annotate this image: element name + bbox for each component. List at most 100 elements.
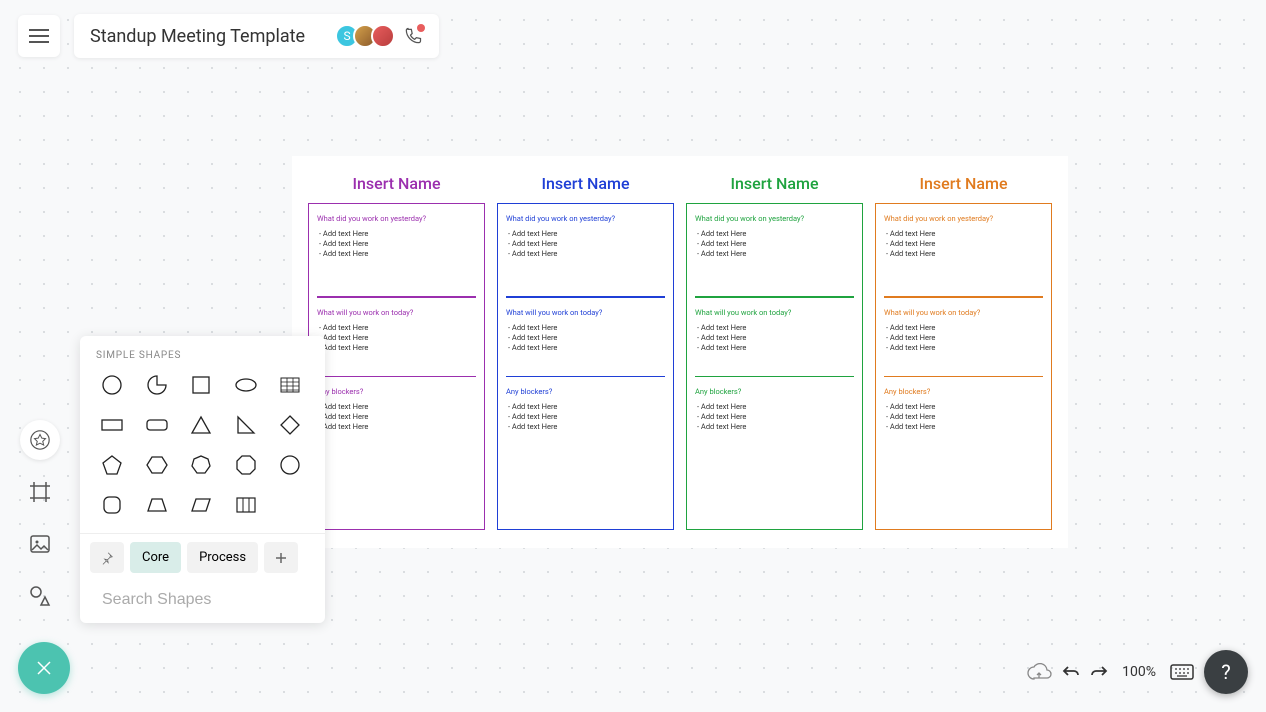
section-items[interactable]: - Add text Here- Add text Here- Add text… [695,323,854,352]
shape-table[interactable] [274,371,306,399]
list-item[interactable]: - Add text Here [317,323,476,332]
shape-triangle[interactable] [185,411,217,439]
section-question[interactable]: What will you work on today? [317,308,476,317]
section-question[interactable]: What will you work on today? [506,308,665,317]
column-title[interactable]: Insert Name [875,174,1052,193]
section-items[interactable]: - Add text Here- Add text Here- Add text… [506,323,665,352]
list-item[interactable]: - Add text Here [317,249,476,258]
list-item[interactable]: - Add text Here [506,422,665,431]
shape-octagon[interactable] [230,451,262,479]
list-item[interactable]: - Add text Here [884,229,1043,238]
shape-grid[interactable] [230,491,262,519]
standup-column-1[interactable]: Insert Name What did you work on yesterda… [497,174,674,530]
standup-column-0[interactable]: Insert Name What did you work on yesterda… [308,174,485,530]
frame-tool[interactable] [20,472,60,512]
section-items[interactable]: - Add text Here- Add text Here- Add text… [317,229,476,258]
menu-button[interactable] [18,15,60,57]
document-title[interactable]: Standup Meeting Template [90,26,305,47]
shape-rounded-square[interactable] [96,491,128,519]
column-title[interactable]: Insert Name [308,174,485,193]
list-item[interactable]: - Add text Here [695,412,854,421]
cloud-sync-button[interactable] [1026,663,1052,681]
shape-square[interactable] [185,371,217,399]
list-item[interactable]: - Add text Here [506,412,665,421]
list-item[interactable]: - Add text Here [695,402,854,411]
section-items[interactable]: - Add text Here- Add text Here- Add text… [884,323,1043,352]
tab-process[interactable]: Process [187,542,258,573]
list-item[interactable]: - Add text Here [695,333,854,342]
section-items[interactable]: - Add text Here- Add text Here- Add text… [317,323,476,352]
section-items[interactable]: - Add text Here- Add text Here- Add text… [695,402,854,431]
avatar-3[interactable] [371,24,395,48]
add-tab[interactable] [264,542,298,573]
list-item[interactable]: - Add text Here [506,402,665,411]
shape-rounded-rectangle[interactable] [141,411,173,439]
list-item[interactable]: - Add text Here [695,343,854,352]
column-box[interactable]: What did you work on yesterday? - Add tex… [497,203,674,530]
section-items[interactable]: - Add text Here- Add text Here- Add text… [884,402,1043,431]
list-item[interactable]: - Add text Here [506,343,665,352]
shape-diamond[interactable] [274,411,306,439]
section-question[interactable]: Any blockers? [884,387,1043,396]
list-item[interactable]: - Add text Here [695,239,854,248]
shape-arc[interactable] [141,371,173,399]
list-item[interactable]: - Add text Here [506,249,665,258]
zoom-level[interactable]: 100% [1118,664,1160,680]
list-item[interactable]: - Add text Here [695,229,854,238]
column-box[interactable]: What did you work on yesterday? - Add tex… [875,203,1052,530]
section-items[interactable]: - Add text Here- Add text Here- Add text… [317,402,476,431]
standup-column-3[interactable]: Insert Name What did you work on yesterda… [875,174,1052,530]
list-item[interactable]: - Add text Here [506,239,665,248]
section-items[interactable]: - Add text Here- Add text Here- Add text… [884,229,1043,258]
list-item[interactable]: - Add text Here [506,323,665,332]
section-question[interactable]: What did you work on yesterday? [884,214,1043,223]
section-question[interactable]: Any blockers? [317,387,476,396]
close-panel-button[interactable] [18,642,70,694]
list-item[interactable]: - Add text Here [317,412,476,421]
redo-button[interactable] [1090,664,1108,680]
list-item[interactable]: - Add text Here [317,239,476,248]
column-box[interactable]: What did you work on yesterday? - Add tex… [686,203,863,530]
undo-button[interactable] [1062,664,1080,680]
search-shapes-input[interactable] [102,591,309,609]
tab-core[interactable]: Core [130,542,181,573]
section-question[interactable]: What will you work on today? [884,308,1043,317]
column-title[interactable]: Insert Name [497,174,674,193]
section-question[interactable]: Any blockers? [506,387,665,396]
shape-pentagon[interactable] [96,451,128,479]
shape-rectangle[interactable] [96,411,128,439]
shape-parallelogram[interactable] [185,491,217,519]
standup-column-2[interactable]: Insert Name What did you work on yesterda… [686,174,863,530]
column-title[interactable]: Insert Name [686,174,863,193]
shape-circle-2[interactable] [274,451,306,479]
list-item[interactable]: - Add text Here [695,323,854,332]
list-item[interactable]: - Add text Here [317,402,476,411]
list-item[interactable]: - Add text Here [506,229,665,238]
list-item[interactable]: - Add text Here [884,323,1043,332]
section-question[interactable]: What did you work on yesterday? [317,214,476,223]
list-item[interactable]: - Add text Here [317,343,476,352]
section-question[interactable]: What did you work on yesterday? [695,214,854,223]
list-item[interactable]: - Add text Here [695,422,854,431]
shape-hexagon[interactable] [141,451,173,479]
section-question[interactable]: What will you work on today? [695,308,854,317]
call-button[interactable] [403,26,423,46]
section-question[interactable]: What did you work on yesterday? [506,214,665,223]
list-item[interactable]: - Add text Here [884,422,1043,431]
list-item[interactable]: - Add text Here [695,249,854,258]
shape-circle[interactable] [96,371,128,399]
list-item[interactable]: - Add text Here [317,333,476,342]
section-items[interactable]: - Add text Here- Add text Here- Add text… [506,229,665,258]
shapes-library-tool[interactable] [20,576,60,616]
standup-board[interactable]: Insert Name What did you work on yesterda… [292,156,1068,548]
list-item[interactable]: - Add text Here [884,333,1043,342]
shapes-tool[interactable] [20,420,60,460]
section-items[interactable]: - Add text Here- Add text Here- Add text… [506,402,665,431]
list-item[interactable]: - Add text Here [317,229,476,238]
shape-right-triangle[interactable] [230,411,262,439]
section-question[interactable]: Any blockers? [695,387,854,396]
list-item[interactable]: - Add text Here [884,412,1043,421]
shape-trapezoid[interactable] [141,491,173,519]
image-tool[interactable] [20,524,60,564]
pin-tab[interactable] [90,542,124,573]
